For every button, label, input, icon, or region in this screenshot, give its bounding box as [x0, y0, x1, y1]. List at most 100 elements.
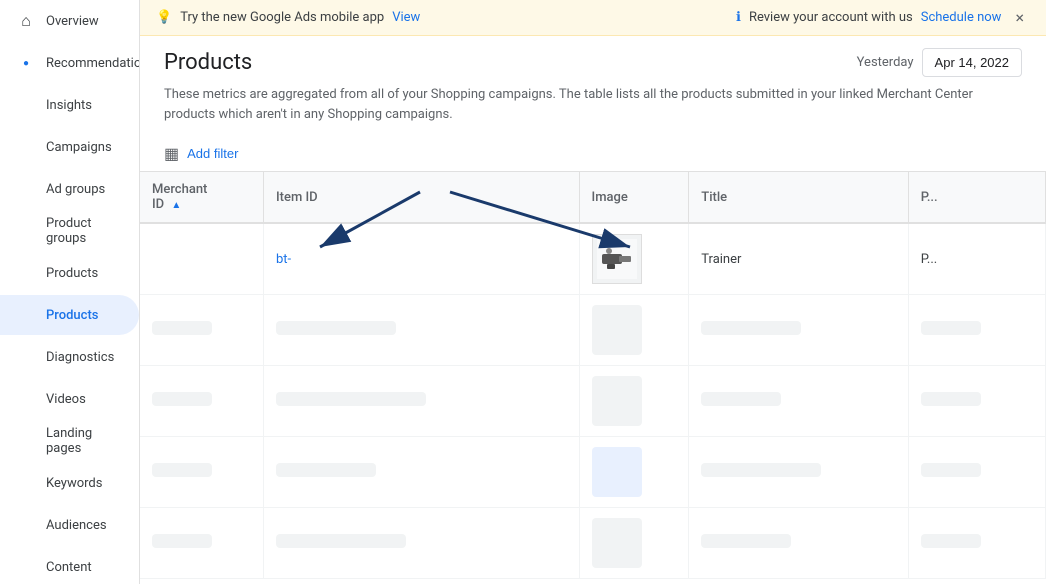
cell-price	[908, 366, 1045, 437]
col-header-price[interactable]: P...	[908, 172, 1045, 223]
cell-title	[689, 295, 909, 366]
col-header-title[interactable]: Title	[689, 172, 909, 223]
banner-close-button[interactable]: ×	[1009, 6, 1030, 29]
banner-info-icon: ℹ	[736, 10, 741, 25]
sort-asc-icon: ▲	[171, 200, 181, 211]
sidebar-item-label: Ad groups	[46, 182, 105, 197]
cell-title: Trainer	[689, 223, 909, 295]
product-groups-icon	[16, 221, 36, 241]
sidebar-item-keywords[interactable]: Keywords	[0, 463, 139, 503]
content-icon	[16, 557, 36, 577]
item-id-link[interactable]: bt-	[276, 252, 291, 267]
sidebar-item-recommendations[interactable]: ● Recommendations	[0, 43, 139, 83]
sidebar-item-products[interactable]: Products	[0, 295, 139, 335]
sidebar-item-label: Overview	[46, 14, 99, 29]
cell-title	[689, 508, 909, 579]
page-title: Products	[164, 50, 252, 75]
campaigns-icon	[16, 137, 36, 157]
col-header-item-id[interactable]: Item ID	[263, 172, 579, 223]
banner-schedule-link[interactable]: Schedule now	[921, 10, 1002, 25]
filter-icon[interactable]: ▦	[164, 144, 179, 163]
sidebar-item-product-groups[interactable]: Product groups	[0, 211, 139, 251]
sidebar-item-overview[interactable]: ⌂ Overview	[0, 1, 139, 41]
cell-image	[579, 295, 689, 366]
sidebar-item-label: Landing pages	[46, 426, 123, 456]
cell-item-id	[263, 508, 579, 579]
landing-pages-icon	[16, 431, 36, 451]
banner-left: 💡 Try the new Google Ads mobile app View	[156, 10, 420, 25]
sidebar-item-label: Videos	[46, 392, 86, 407]
banner-bulb-icon: 💡	[156, 10, 172, 25]
product-image	[592, 234, 642, 284]
sidebar-item-content[interactable]: Content	[0, 547, 139, 584]
sidebar-item-label: Products	[46, 266, 98, 281]
sidebar-item-products-sub[interactable]: Products	[0, 253, 139, 293]
date-controls: Yesterday Apr 14, 2022	[857, 48, 1022, 77]
cell-merchant-id	[140, 295, 263, 366]
sidebar-item-label: Content	[46, 560, 92, 575]
sidebar-item-ad-groups[interactable]: Ad groups	[0, 169, 139, 209]
add-filter-button[interactable]: Add filter	[187, 146, 238, 161]
sidebar-item-campaigns[interactable]: Campaigns	[0, 127, 139, 167]
sidebar-item-label: Insights	[46, 98, 92, 113]
cell-merchant-id	[140, 223, 263, 295]
sidebar-item-label: Audiences	[46, 518, 107, 533]
cell-image	[579, 437, 689, 508]
sidebar-item-label: Product groups	[46, 216, 123, 246]
sidebar-item-label: Recommendations	[46, 56, 140, 71]
cell-item-id	[263, 366, 579, 437]
sidebar-item-insights[interactable]: Insights	[0, 85, 139, 125]
banner-right-text: Review your account with us	[749, 10, 913, 25]
videos-icon	[16, 389, 36, 409]
cell-item-id	[263, 295, 579, 366]
cell-merchant-id	[140, 366, 263, 437]
banner-view-link[interactable]: View	[392, 10, 420, 25]
keywords-icon	[16, 473, 36, 493]
table-row	[140, 295, 1046, 366]
cell-price	[908, 295, 1045, 366]
cell-item-id	[263, 437, 579, 508]
cell-item-id: bt-	[263, 223, 579, 295]
sidebar-item-videos[interactable]: Videos	[0, 379, 139, 419]
main-content: 💡 Try the new Google Ads mobile app View…	[140, 0, 1046, 584]
sidebar-item-landing-pages[interactable]: Landing pages	[0, 421, 139, 461]
col-header-merchant-id[interactable]: MerchantID ▲	[140, 172, 263, 223]
col-header-image[interactable]: Image	[579, 172, 689, 223]
sidebar-item-diagnostics[interactable]: Diagnostics	[0, 337, 139, 377]
cell-image	[579, 508, 689, 579]
top-banner: 💡 Try the new Google Ads mobile app View…	[140, 0, 1046, 36]
ad-groups-icon	[16, 179, 36, 199]
products-table: MerchantID ▲ Item ID Image Title P...	[140, 172, 1046, 579]
home-icon: ⌂	[16, 11, 36, 31]
col-image-label: Image	[592, 190, 628, 205]
date-picker-button[interactable]: Apr 14, 2022	[922, 48, 1022, 77]
products-sub-icon	[16, 263, 36, 283]
date-label: Yesterday	[857, 55, 914, 70]
col-price-label: P...	[921, 190, 938, 205]
sidebar-item-audiences[interactable]: Audiences	[0, 505, 139, 545]
table-row: bt-	[140, 223, 1046, 295]
cell-price	[908, 437, 1045, 508]
info-description: These metrics are aggregated from all of…	[164, 87, 973, 122]
table-row	[140, 366, 1046, 437]
recommendations-icon: ●	[16, 53, 36, 73]
sidebar: ⌂ Overview ● Recommendations Insights Ca…	[0, 0, 140, 584]
sidebar-item-label: Diagnostics	[46, 350, 114, 365]
cell-title	[689, 366, 909, 437]
table-row	[140, 437, 1046, 508]
col-title-label: Title	[701, 190, 727, 205]
audiences-icon	[16, 515, 36, 535]
product-thumbnail	[597, 239, 637, 279]
cell-merchant-id	[140, 437, 263, 508]
banner-left-text: Try the new Google Ads mobile app	[180, 10, 384, 25]
filter-bar: ▦ Add filter	[140, 136, 1046, 172]
cell-merchant-id	[140, 508, 263, 579]
col-item-id-label: Item ID	[276, 190, 318, 205]
sidebar-item-label: Campaigns	[46, 140, 112, 155]
cell-price: P...	[908, 223, 1045, 295]
sidebar-item-label: Keywords	[46, 476, 102, 491]
diagnostics-icon	[16, 347, 36, 367]
table-header-row: MerchantID ▲ Item ID Image Title P...	[140, 172, 1046, 223]
table-container[interactable]: MerchantID ▲ Item ID Image Title P...	[140, 172, 1046, 584]
info-text: These metrics are aggregated from all of…	[140, 85, 1046, 136]
